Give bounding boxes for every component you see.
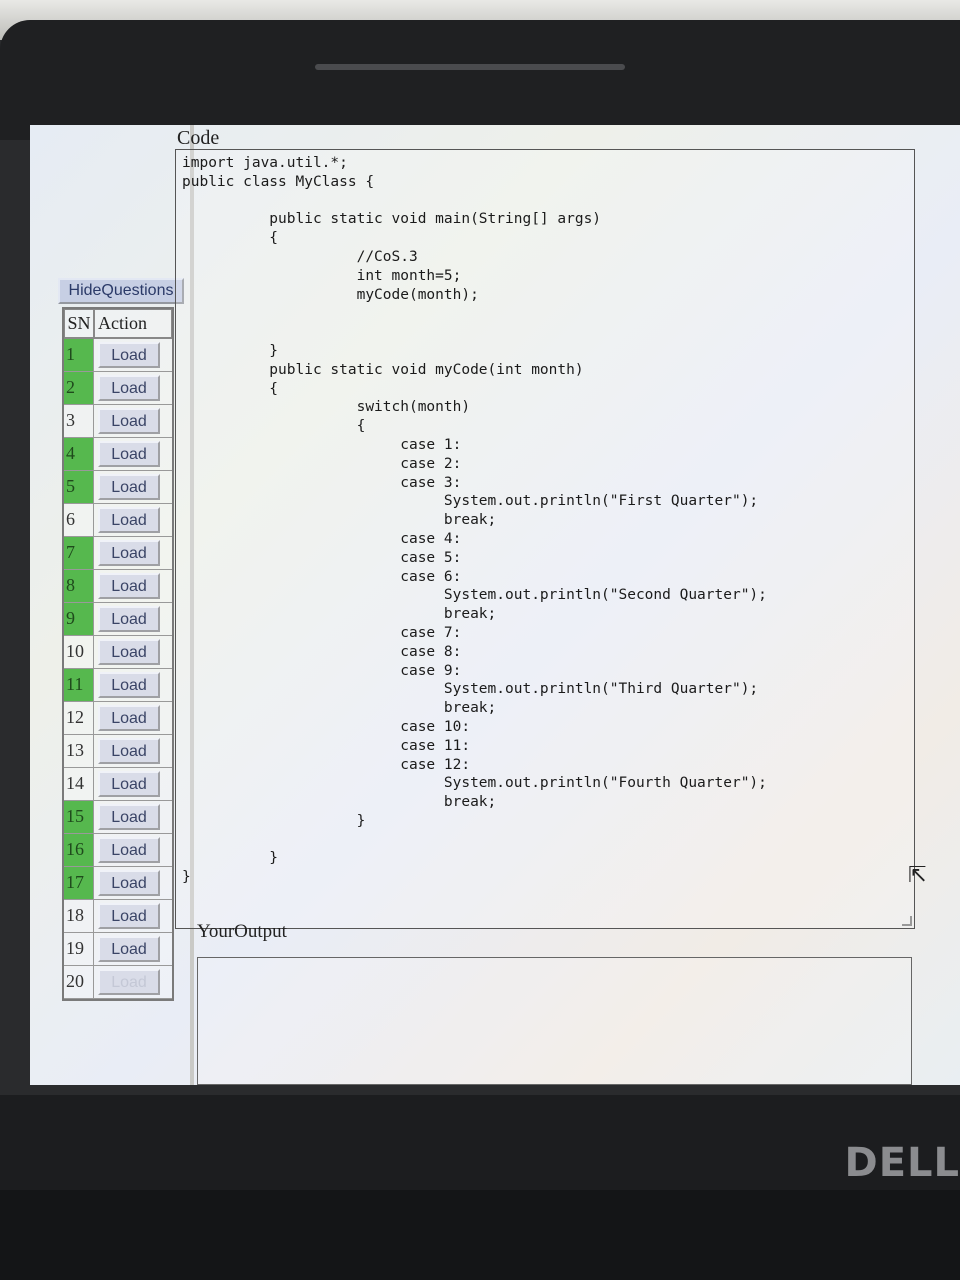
table-row: 13 Load — [64, 735, 172, 768]
action-cell: Load — [94, 471, 172, 503]
hide-questions-button[interactable]: HideQuestions — [58, 278, 184, 304]
load-button[interactable]: Load — [98, 375, 160, 401]
load-button[interactable]: Load — [98, 342, 160, 368]
action-cell: Load — [94, 801, 172, 833]
question-number: 5 — [64, 471, 94, 503]
table-header: SN Action — [64, 309, 172, 339]
table-row: 15 Load — [64, 801, 172, 834]
action-cell: Load — [94, 768, 172, 800]
action-cell: Load — [94, 636, 172, 668]
question-number: 10 — [64, 636, 94, 668]
question-number: 19 — [64, 933, 94, 965]
question-number: 9 — [64, 603, 94, 635]
table-row: 18 Load — [64, 900, 172, 933]
question-number: 4 — [64, 438, 94, 470]
action-cell: Load — [94, 834, 172, 866]
load-button[interactable]: Load — [98, 705, 160, 731]
resize-handle[interactable] — [902, 916, 912, 926]
question-number: 14 — [64, 768, 94, 800]
action-cell: Load — [94, 537, 172, 569]
load-button[interactable]: Load — [98, 441, 160, 467]
table-row: 11 Load — [64, 669, 172, 702]
table-row: 10 Load — [64, 636, 172, 669]
table-row: 7 Load — [64, 537, 172, 570]
output-label: YourOutput — [197, 921, 287, 942]
question-number: 18 — [64, 900, 94, 932]
load-button[interactable]: Load — [98, 969, 160, 995]
action-cell: Load — [94, 900, 172, 932]
question-number: 1 — [64, 339, 94, 371]
table-row: 20 Load — [64, 966, 172, 999]
table-row: 5 Load — [64, 471, 172, 504]
action-cell: Load — [94, 702, 172, 734]
screen: HideQuestions SN Action 1 Load 2 Load 3 Load 4… — [30, 125, 960, 1085]
table-row: 19 Load — [64, 933, 172, 966]
question-number: 20 — [64, 966, 94, 998]
question-number: 16 — [64, 834, 94, 866]
question-number: 2 — [64, 372, 94, 404]
code-editor[interactable]: import java.util.*; public class MyClass… — [175, 149, 915, 929]
table-row: 12 Load — [64, 702, 172, 735]
load-button[interactable]: Load — [98, 507, 160, 533]
load-button[interactable]: Load — [98, 540, 160, 566]
load-button[interactable]: Load — [98, 771, 160, 797]
table-row: 4 Load — [64, 438, 172, 471]
question-number: 8 — [64, 570, 94, 602]
action-cell: Load — [94, 966, 172, 998]
action-cell: Load — [94, 933, 172, 965]
question-number: 11 — [64, 669, 94, 701]
action-cell: Load — [94, 339, 172, 371]
action-cell: Load — [94, 867, 172, 899]
load-button[interactable]: Load — [98, 837, 160, 863]
action-cell: Load — [94, 405, 172, 437]
table-row: 1 Load — [64, 339, 172, 372]
dell-logo: DELL — [844, 1140, 960, 1186]
action-cell: Load — [94, 438, 172, 470]
action-header: Action — [94, 309, 172, 338]
table-row: 8 Load — [64, 570, 172, 603]
table-row: 3 Load — [64, 405, 172, 438]
load-button[interactable]: Load — [98, 804, 160, 830]
table-row: 16 Load — [64, 834, 172, 867]
load-button[interactable]: Load — [98, 474, 160, 500]
load-button[interactable]: Load — [98, 573, 160, 599]
table-body: 1 Load 2 Load 3 Load 4 Load 5 Load 6 Load 7 Load 8 Load… — [64, 339, 172, 999]
laptop-bezel-top — [0, 20, 960, 140]
load-button[interactable]: Load — [98, 738, 160, 764]
keyboard-edge — [0, 1190, 960, 1280]
question-number: 12 — [64, 702, 94, 734]
action-cell: Load — [94, 735, 172, 767]
table-row: 9 Load — [64, 603, 172, 636]
question-number: 6 — [64, 504, 94, 536]
action-cell: Load — [94, 603, 172, 635]
load-button[interactable]: Load — [98, 408, 160, 434]
code-label: Code — [177, 127, 220, 149]
action-cell: Load — [94, 504, 172, 536]
table-row: 6 Load — [64, 504, 172, 537]
output-area[interactable] — [197, 957, 912, 1085]
bezel-slot — [315, 64, 625, 70]
table-row: 17 Load — [64, 867, 172, 900]
action-cell: Load — [94, 570, 172, 602]
question-number: 17 — [64, 867, 94, 899]
table-row: 2 Load — [64, 372, 172, 405]
questions-table: SN Action 1 Load 2 Load 3 Load 4 Load 5 Load 6 Load… — [62, 307, 174, 1001]
sn-header: SN — [64, 309, 94, 338]
load-button[interactable]: Load — [98, 639, 160, 665]
load-button[interactable]: Load — [98, 870, 160, 896]
table-row: 14 Load — [64, 768, 172, 801]
action-cell: Load — [94, 372, 172, 404]
load-button[interactable]: Load — [98, 672, 160, 698]
question-number: 13 — [64, 735, 94, 767]
load-button[interactable]: Load — [98, 606, 160, 632]
action-cell: Load — [94, 669, 172, 701]
code-content[interactable]: import java.util.*; public class MyClass… — [182, 154, 767, 887]
load-button[interactable]: Load — [98, 936, 160, 962]
question-number: 15 — [64, 801, 94, 833]
question-number: 3 — [64, 405, 94, 437]
question-number: 7 — [64, 537, 94, 569]
load-button[interactable]: Load — [98, 903, 160, 929]
mouse-pointer-icon: ⇱ — [908, 863, 927, 888]
